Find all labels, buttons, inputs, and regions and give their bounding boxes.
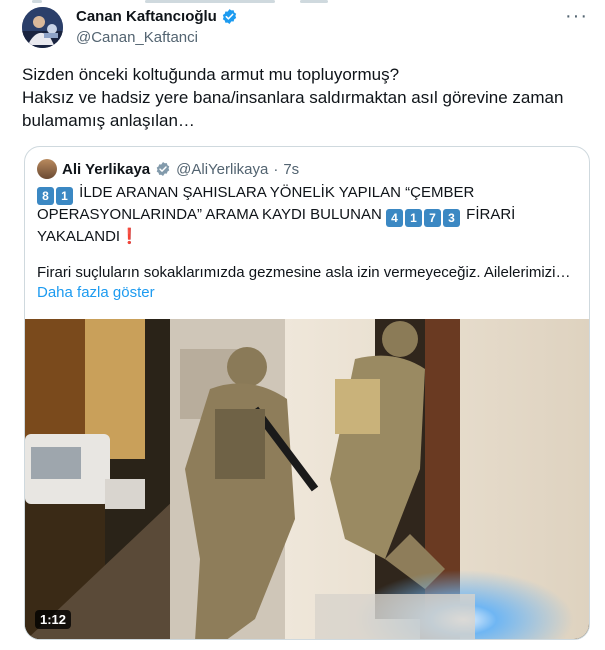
top-divider [0,0,605,6]
quoted-tweet-header: Ali Yerlikaya @AliYerlikaya · 7s [37,159,299,179]
tweet-text-line: Haksız ve hadsiz yere bana/insanlara sal… [22,88,564,107]
author-handle[interactable]: @Canan_Kaftanci [76,29,198,46]
author-name[interactable]: Canan Kaftancıoğlu [76,8,217,25]
tweet-text: Sizden önceki koltuğunda armut mu topluy… [22,63,592,132]
show-more-link[interactable]: Daha fazla göster [37,284,155,301]
quoted-text-line-2: OPERASYONLARINDA” ARAMA KAYDI BULUNAN 41… [37,205,582,227]
quoted-text: İLDE ARANAN ŞAHISLARA YÖNELİK YAPILAN “Ç… [79,184,475,201]
quoted-text-line-3: YAKALANDI❗ [37,227,582,247]
dot-separator: · [273,160,279,178]
tweet-header: Canan Kaftancıoğlu @Canan_Kaftanci ··· [22,6,592,51]
tweet-text-line: bulamamış anlaşılan… [22,111,195,130]
verified-badge-icon [221,8,238,25]
tweet-text-line: Sizden önceki koltuğunda armut mu topluy… [22,65,400,84]
video-thumbnail [25,319,589,639]
quoted-tweet-time[interactable]: 7s [283,161,299,178]
quoted-summary: Firari suçluların sokaklarımızda gezmesi… [37,264,571,281]
keycap-digit: 8 [37,187,54,205]
quoted-author-handle[interactable]: @AliYerlikaya [176,161,268,178]
quoted-author-avatar[interactable] [37,159,57,179]
quoted-tweet[interactable]: Ali Yerlikaya @AliYerlikaya · 7s 81 İLDE… [24,146,590,640]
author-name-row: Canan Kaftancıoğlu [76,8,238,25]
verified-badge-icon [155,161,171,177]
keycap-digit: 7 [423,209,441,227]
keycap-digit: 1 [56,187,73,205]
keycap-digit: 1 [404,209,422,227]
quoted-author-name[interactable]: Ali Yerlikaya [62,161,150,178]
video-duration-badge: 1:12 [35,610,72,629]
quoted-text: OPERASYONLARINDA” ARAMA KAYDI BULUNAN [37,206,382,223]
more-options-icon[interactable]: ··· [565,6,588,26]
quoted-tweet-text: 81 İLDE ARANAN ŞAHISLARA YÖNELİK YAPILAN… [37,183,582,247]
video-player[interactable]: 1:12 [25,319,589,639]
quoted-text: FİRARİ [466,206,516,223]
keycap-digit: 3 [442,209,460,227]
keycap-digit: 4 [385,209,403,227]
exclamation-emoji: ❗ [120,228,139,245]
author-avatar[interactable] [22,7,63,48]
quoted-text: YAKALANDI [37,228,121,245]
quoted-text-line-1: 81 İLDE ARANAN ŞAHISLARA YÖNELİK YAPILAN… [37,183,582,205]
